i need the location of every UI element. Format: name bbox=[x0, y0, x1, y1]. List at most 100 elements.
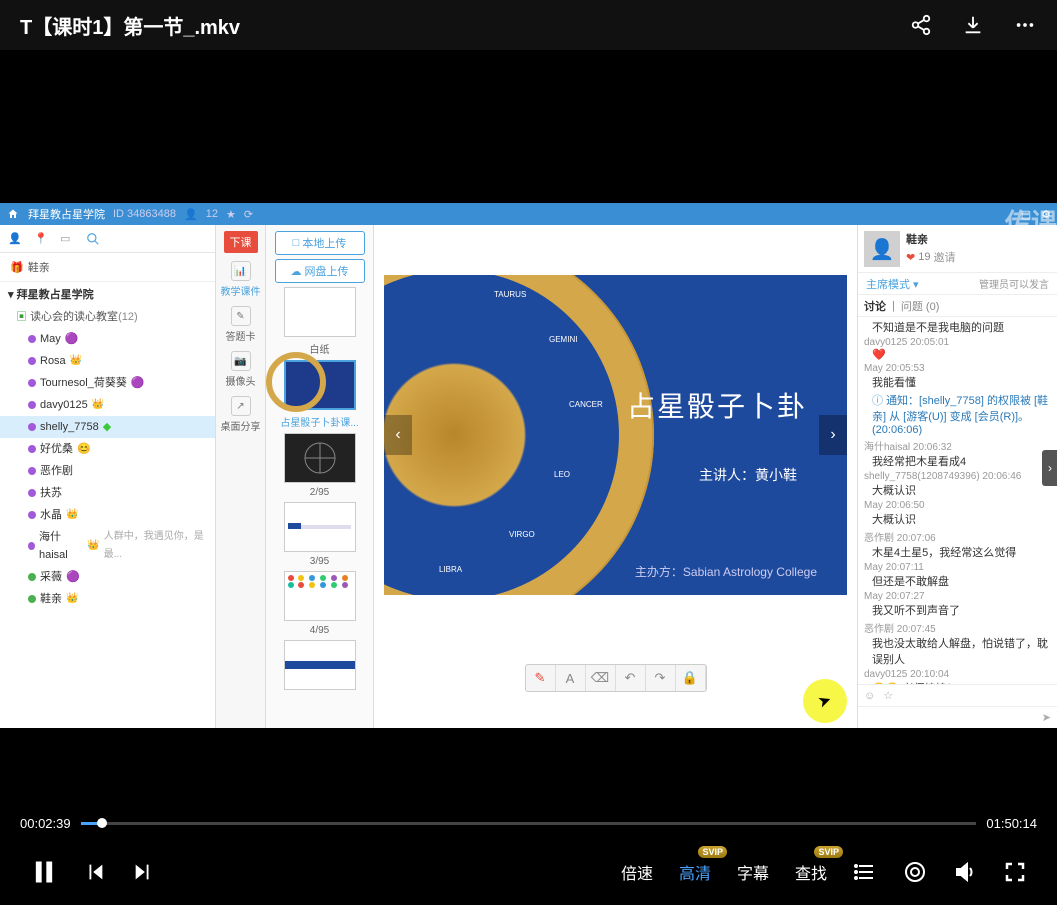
emoji-button[interactable]: ☺ bbox=[864, 690, 875, 702]
chat-admin-note: 管理员可以发言 bbox=[979, 276, 1049, 291]
user-item-fusu[interactable]: 扶苏 bbox=[0, 482, 215, 504]
pen-tool[interactable]: ✎ bbox=[526, 665, 556, 691]
fullscreen-button[interactable] bbox=[1003, 860, 1027, 884]
group-icon: ▣ bbox=[16, 311, 27, 323]
star-button[interactable]: ☆ bbox=[883, 689, 893, 702]
download-icon[interactable] bbox=[961, 13, 985, 37]
subtitle-button[interactable]: 字幕 bbox=[737, 860, 769, 884]
chat-input-toolbar: ☺ ☆ bbox=[858, 684, 1057, 706]
user-item-tournesol[interactable]: Tournesol_荷葵葵 🟣 bbox=[0, 372, 215, 394]
tab-question[interactable]: 问题 (0) bbox=[901, 298, 940, 314]
header-actions bbox=[909, 13, 1037, 37]
chat-user-likes: ❤19 邀请 bbox=[906, 249, 955, 265]
chat-message: davy0125 20:10:04😍😍 老师棒棒！ bbox=[864, 669, 1051, 684]
user-panel-tabs: 👤 📍 ▭ bbox=[0, 225, 215, 253]
gift-icon: 🎁 bbox=[10, 261, 24, 274]
vip-badge: SVIP bbox=[814, 846, 843, 858]
more-icon[interactable] bbox=[1013, 13, 1037, 37]
cloud-upload-button[interactable]: ☁ 网盘上传 bbox=[275, 259, 365, 283]
settings-button[interactable] bbox=[903, 860, 927, 884]
me-entry[interactable]: 🎁 鞋亲 bbox=[0, 253, 215, 282]
text-tool[interactable]: A bbox=[556, 665, 586, 691]
lock-tool[interactable]: 🔒 bbox=[676, 665, 706, 691]
slide-next-button[interactable]: › bbox=[819, 415, 847, 455]
hd-button[interactable]: SVIP 高清 bbox=[679, 860, 711, 884]
chat-message: 海什haisal 20:06:32我经常把木星看成4 bbox=[864, 438, 1051, 469]
refresh-icon[interactable]: ⟳ bbox=[244, 208, 253, 221]
local-upload-button[interactable]: □ 本地上传 bbox=[275, 231, 365, 255]
next-button[interactable] bbox=[132, 861, 154, 883]
user-item-shelly[interactable]: shelly_7758 ◆ bbox=[0, 416, 215, 438]
redo-tool[interactable]: ↷ bbox=[646, 665, 676, 691]
user-item-caiwei[interactable]: 采薇 🟣 bbox=[0, 566, 215, 588]
home-icon[interactable] bbox=[6, 207, 20, 221]
end-class-button[interactable]: 下课 bbox=[224, 231, 258, 253]
user-item-rosa[interactable]: Rosa 👑 bbox=[0, 350, 215, 372]
volume-button[interactable] bbox=[953, 860, 977, 884]
slide-blank[interactable] bbox=[284, 287, 356, 337]
people-tab-icon[interactable]: 👤 bbox=[8, 232, 22, 246]
user-item-xieqin[interactable]: 鞋亲 👑 bbox=[0, 588, 215, 610]
speed-button[interactable]: 倍速 bbox=[621, 860, 653, 884]
eraser-tool[interactable]: ⌫ bbox=[586, 665, 616, 691]
slide-3-label: 3/95 bbox=[310, 556, 329, 567]
slide-viewer: TAURUS GEMINI CANCER LEO VIRGO LIBRA 占星骰… bbox=[374, 225, 857, 728]
slide-1[interactable] bbox=[284, 360, 356, 410]
send-icon[interactable]: ➤ bbox=[1042, 711, 1051, 724]
badge-icon: 🟣 bbox=[66, 568, 80, 586]
video-header: T【课时1】第一节_.mkv bbox=[0, 0, 1057, 50]
user-item-ezuoju[interactable]: 恶作剧 bbox=[0, 460, 215, 482]
camera-tool[interactable]: 📷 摄像头 bbox=[226, 351, 256, 388]
undo-tool[interactable]: ↶ bbox=[616, 665, 646, 691]
user-item-may[interactable]: May 🟣 bbox=[0, 328, 215, 350]
chat-user-name: 鞋亲 bbox=[906, 231, 955, 247]
screen-share-tool[interactable]: ↗ 桌面分享 bbox=[221, 396, 261, 433]
star-icon[interactable]: ★ bbox=[226, 208, 236, 221]
vip-badge: SVIP bbox=[698, 846, 727, 858]
avatar[interactable]: 👤 bbox=[864, 231, 900, 267]
slide-2[interactable] bbox=[284, 433, 356, 483]
slide-3[interactable] bbox=[284, 502, 356, 552]
cursor-highlight: ➤ bbox=[803, 679, 847, 723]
expand-chat-button[interactable]: › bbox=[1042, 450, 1057, 486]
card-tab-icon[interactable]: ▭ bbox=[60, 232, 74, 246]
group-header[interactable]: ▾ 拜星教占星学院 bbox=[0, 282, 215, 306]
prev-button[interactable] bbox=[84, 861, 106, 883]
chat-notice: ⓘ 通知：[shelly_7758] 的权限被 [鞋亲] 从 [游客(U)] 变… bbox=[864, 392, 1051, 436]
chat-input-area[interactable]: ➤ bbox=[858, 706, 1057, 728]
video-letterbox-top bbox=[0, 50, 1057, 203]
pause-button[interactable] bbox=[30, 858, 58, 886]
courseware-tool[interactable]: 📊 教学课件 bbox=[221, 261, 261, 298]
find-button[interactable]: SVIP 查找 bbox=[795, 860, 827, 884]
user-item-shuijing[interactable]: 水晶 👑 bbox=[0, 504, 215, 526]
slide-title: 占星骰子卜卦 bbox=[627, 385, 807, 425]
user-item-davy[interactable]: davy0125 👑 bbox=[0, 394, 215, 416]
tab-discuss[interactable]: 讨论 bbox=[864, 298, 886, 314]
slide-prev-button[interactable]: ‹ bbox=[384, 415, 412, 455]
location-tab-icon[interactable]: 📍 bbox=[34, 232, 48, 246]
annotation-toolbar: ✎ A ⌫ ↶ ↷ 🔒 bbox=[525, 664, 707, 692]
answer-card-tool[interactable]: ✎ 答题卡 bbox=[226, 306, 256, 343]
slide-deck-name: 占星骰子卜卦课... bbox=[280, 414, 358, 429]
heart-icon: ❤ bbox=[906, 251, 915, 264]
slide-presenter: 主讲人：黄小鞋 bbox=[699, 465, 797, 485]
user-item-haoyousang[interactable]: 好优桑 😊 bbox=[0, 438, 215, 460]
share-icon[interactable] bbox=[909, 13, 933, 37]
watermark: 传课 bbox=[1005, 203, 1057, 240]
time-total: 01:50:14 bbox=[986, 816, 1037, 831]
progress-knob[interactable] bbox=[97, 818, 107, 828]
user-item-haisal[interactable]: 海什haisal 👑 人群中，我遇见你，是最... bbox=[0, 526, 215, 566]
tool-column: 下课 📊 教学课件 ✎ 答题卡 📷 摄像头 ↗ 桌面分享 bbox=[216, 225, 266, 728]
progress-track[interactable] bbox=[81, 822, 977, 825]
camera-icon: 📷 bbox=[231, 351, 251, 371]
answer-card-icon: ✎ bbox=[231, 306, 251, 326]
collapse-icon: ▾ bbox=[8, 289, 14, 301]
group-subheader[interactable]: ▣ 读心会的读心教室(12) bbox=[0, 306, 215, 328]
chat-messages[interactable]: 不知道是不是我电脑的问题 davy0125 20:05:01❤️ May 20:… bbox=[858, 317, 1057, 684]
playlist-button[interactable] bbox=[853, 860, 877, 884]
chat-message: May 20:07:11但还是不敢解盘 bbox=[864, 562, 1051, 589]
slide-5[interactable] bbox=[284, 640, 356, 690]
search-tab-icon[interactable] bbox=[86, 232, 100, 246]
chat-mode-select[interactable]: 主席模式 ▾ bbox=[866, 276, 919, 292]
slide-4[interactable] bbox=[284, 571, 356, 621]
